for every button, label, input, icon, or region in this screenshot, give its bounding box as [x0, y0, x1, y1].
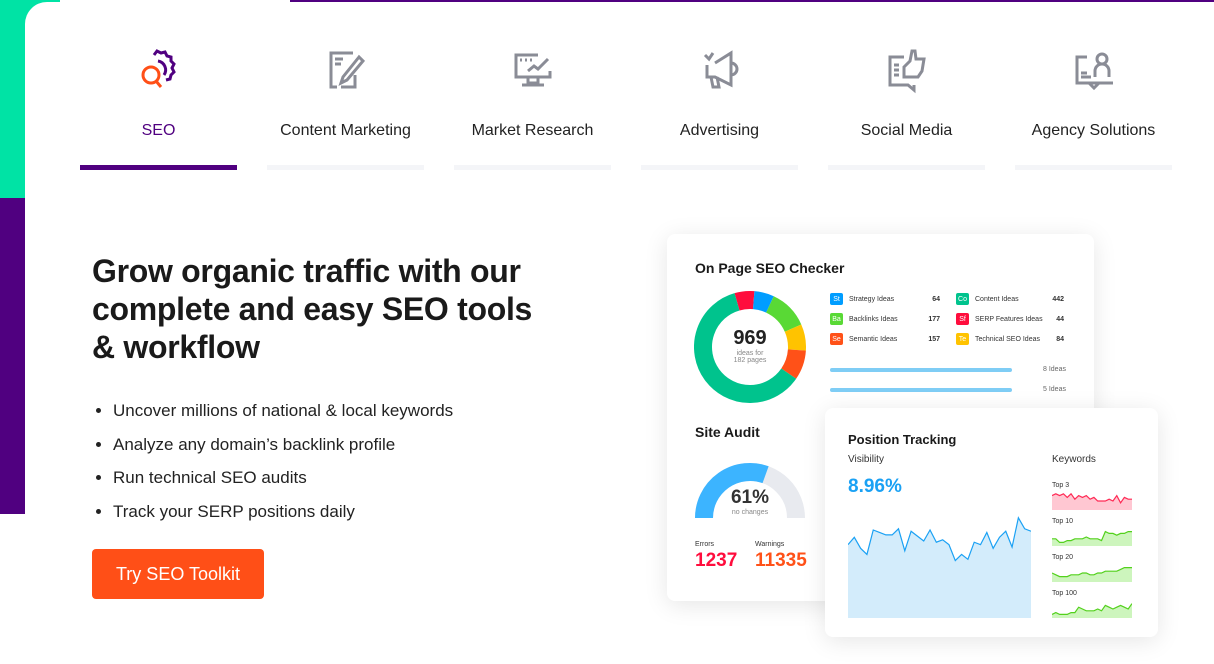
legend-item: St Strategy Ideas 64 — [830, 293, 940, 305]
tab-market-research[interactable]: Market Research — [454, 45, 611, 170]
feature-item: Uncover millions of national & local key… — [113, 394, 453, 428]
feature-list: Uncover millions of national & local key… — [113, 394, 453, 528]
keyword-sparkline — [1052, 566, 1132, 582]
ideas-bar — [830, 368, 1012, 372]
feature-item: Analyze any domain’s backlink profile — [113, 428, 453, 462]
legend-item: Sf SERP Features Ideas 44 — [956, 313, 1064, 325]
tab-label: Social Media — [860, 122, 953, 139]
spark-label: Top 20 — [1052, 554, 1074, 561]
position-tracking-panel: Position Tracking Visibility 8.96% Keywo… — [825, 408, 1158, 637]
visibility-label: Visibility — [848, 454, 884, 465]
errors-label: Errors — [695, 541, 715, 548]
ideas-bar-label: 8 Ideas — [1043, 366, 1066, 373]
tab-label: Agency Solutions — [1031, 122, 1156, 139]
tab-label: Content Marketing — [280, 122, 411, 139]
tab-indicator — [1015, 165, 1172, 170]
checker-title: On Page SEO Checker — [695, 260, 845, 276]
tab-agency-solutions[interactable]: Agency Solutions — [1015, 45, 1172, 170]
legend-badge: St — [830, 293, 843, 305]
audit-percent: 61% — [730, 487, 770, 508]
legend-label: Backlinks Ideas — [849, 315, 898, 323]
keyword-sparkline — [1052, 530, 1132, 546]
ideas-bar-label: 5 Ideas — [1043, 386, 1066, 393]
legend-item: Ba Backlinks Ideas 177 — [830, 313, 940, 325]
monitor-chart-icon — [514, 53, 551, 87]
donut-segment — [752, 291, 774, 313]
legend-badge: Se — [830, 333, 843, 345]
site-audit-title: Site Audit — [695, 424, 760, 440]
ideas-sub: ideas for — [736, 350, 764, 357]
feature-item: Track your SERP positions daily — [113, 495, 453, 529]
tab-indicator — [828, 165, 985, 170]
keywords-label: Keywords — [1052, 454, 1096, 465]
megaphone-icon — [703, 50, 738, 89]
spark-label: Top 10 — [1052, 518, 1074, 525]
spark-label: Top 3 — [1052, 482, 1070, 489]
legend-value: 84 — [1056, 335, 1064, 343]
legend-label: Strategy Ideas — [849, 295, 895, 303]
tab-seo[interactable]: SEO — [80, 45, 237, 170]
legend-badge: Ba — [830, 313, 843, 325]
document-pencil-icon — [329, 51, 365, 89]
donut-segment — [734, 291, 755, 311]
legend-value: 44 — [1056, 315, 1064, 323]
tab-indicator — [641, 165, 798, 170]
tab-label: Advertising — [679, 122, 760, 139]
try-seo-toolkit-button[interactable]: Try SEO Toolkit — [92, 549, 264, 599]
warnings-count: 11335 — [755, 550, 807, 571]
keyword-sparkline — [1052, 603, 1132, 618]
product-tabs: SEO Content Marketing Market Research Ad… — [80, 45, 1172, 170]
audit-sub: no changes — [731, 509, 769, 516]
tab-indicator — [80, 165, 237, 170]
ideas-sub: 182 pages — [733, 357, 767, 364]
seo-gear-magnifier-icon — [141, 49, 176, 88]
legend-label: Semantic Ideas — [849, 335, 898, 343]
tab-indicator — [454, 165, 611, 170]
legend-item: Co Content Ideas 442 — [956, 293, 1064, 305]
legend-label: SERP Features Ideas — [975, 315, 1043, 323]
tab-label: SEO — [141, 122, 176, 139]
ideas-total: 969 — [733, 327, 767, 349]
donut-segment — [765, 296, 802, 333]
visibility-value: 8.96% — [848, 476, 902, 497]
warnings-label: Warnings — [755, 541, 785, 548]
ideas-bar — [830, 388, 1012, 392]
visibility-chart — [848, 516, 1031, 618]
legend-value: 64 — [932, 295, 940, 303]
tracking-title: Position Tracking — [848, 432, 957, 447]
legend-item: Te Technical SEO Ideas 84 — [956, 333, 1064, 345]
keyword-sparkline — [1052, 492, 1132, 510]
legend-badge: Co — [956, 293, 969, 305]
legend-label: Technical SEO Ideas — [975, 335, 1040, 343]
tab-advertising[interactable]: Advertising — [641, 45, 798, 170]
tab-label: Market Research — [471, 122, 594, 139]
presenter-board-icon — [1075, 52, 1113, 91]
legend-label: Content Ideas — [975, 295, 1019, 303]
legend-badge: Sf — [956, 313, 969, 325]
legend-item: Se Semantic Ideas 157 — [830, 333, 940, 345]
hero-title: Grow organic traffic with our complete a… — [92, 253, 533, 365]
thumbs-up-chat-icon — [888, 49, 926, 94]
tab-social-media[interactable]: Social Media — [828, 45, 985, 170]
legend-value: 177 — [928, 315, 940, 323]
legend-value: 157 — [928, 335, 940, 343]
errors-count: 1237 — [695, 550, 738, 571]
legend-badge: Te — [956, 333, 969, 345]
tab-indicator — [267, 165, 424, 170]
legend-value: 442 — [1052, 295, 1064, 303]
spark-label: Top 100 — [1052, 590, 1077, 597]
tab-content-marketing[interactable]: Content Marketing — [267, 45, 424, 170]
feature-item: Run technical SEO audits — [113, 461, 453, 495]
